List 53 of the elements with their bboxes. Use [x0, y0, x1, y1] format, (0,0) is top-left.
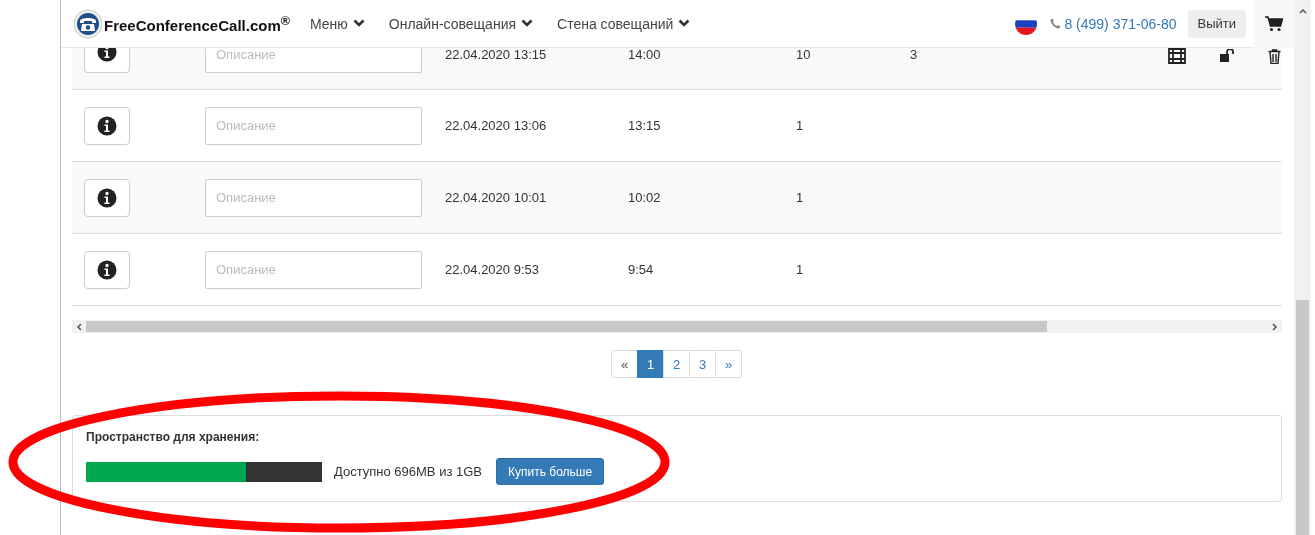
- info-icon: [97, 187, 117, 208]
- end-time: 10:02: [628, 190, 662, 205]
- description-field[interactable]: Описание: [205, 48, 422, 73]
- description-field[interactable]: Описание: [205, 178, 422, 217]
- logout-button[interactable]: Выйти: [1187, 9, 1246, 38]
- description-field[interactable]: Описание: [205, 250, 422, 289]
- info-button[interactable]: [84, 178, 130, 217]
- storage-title: Пространство для хранения:: [86, 430, 261, 444]
- info-icon: [97, 115, 117, 136]
- page-link[interactable]: «: [611, 350, 638, 378]
- telephone-logo-icon: [73, 8, 103, 39]
- scroll-right-icon[interactable]: [1272, 322, 1278, 331]
- table-cell-text: 1: [796, 190, 805, 205]
- buy-more-button[interactable]: Купить больше: [496, 458, 605, 485]
- info-icon: [97, 259, 117, 280]
- cart-button[interactable]: [1254, 0, 1294, 48]
- scroll-up-icon[interactable]: [1298, 8, 1307, 14]
- info-button[interactable]: [84, 48, 130, 73]
- page-link[interactable]: 1: [637, 350, 664, 378]
- table-cell-text: 10: [796, 48, 812, 61]
- chevron-down-icon: [521, 19, 534, 28]
- start-time: 22.04.2020 13:15: [445, 48, 548, 61]
- film-icon[interactable]: [1168, 48, 1186, 64]
- vertical-scrollbar[interactable]: [1294, 0, 1311, 535]
- info-button[interactable]: [84, 250, 130, 289]
- phone-icon: [1050, 18, 1062, 29]
- end-time: 14:00: [628, 48, 662, 61]
- table-cell-text: 1: [796, 262, 805, 277]
- page-link[interactable]: »: [715, 350, 742, 378]
- unlock-icon[interactable]: [1220, 49, 1234, 63]
- start-time: 22.04.2020 9:53: [445, 262, 540, 277]
- phone-link[interactable]: 8 (499) 371-06-80: [1064, 15, 1177, 32]
- cart-icon: [1265, 15, 1283, 32]
- table-cell-text: 1: [796, 118, 805, 133]
- end-time: 13:15: [628, 118, 662, 133]
- menu-item[interactable]: Стена совещаний: [557, 15, 691, 32]
- description-field[interactable]: Описание: [205, 106, 422, 145]
- page-link[interactable]: 2: [663, 350, 690, 378]
- storage-text: Доступно 696MB из 1GB: [334, 464, 482, 479]
- chevron-down-icon: [352, 19, 365, 28]
- logo-text[interactable]: FreeConferenceCall.com$^{®}$: [104, 13, 290, 34]
- start-time: 22.04.2020 10:01: [445, 190, 548, 205]
- trash-icon[interactable]: [1268, 48, 1281, 64]
- info-button[interactable]: [84, 106, 130, 145]
- horizontal-scrollbar[interactable]: [72, 320, 1282, 333]
- menu-item[interactable]: Онлайн-совещания: [388, 15, 534, 32]
- page-link[interactable]: 3: [689, 350, 716, 378]
- end-time: 9:54: [628, 262, 655, 277]
- start-time: 22.04.2020 13:06: [445, 118, 548, 133]
- scroll-left-icon[interactable]: [76, 322, 82, 331]
- table-cell-text: 3: [910, 48, 919, 61]
- menu-item[interactable]: Меню: [309, 15, 365, 32]
- chevron-down-icon: [678, 19, 691, 28]
